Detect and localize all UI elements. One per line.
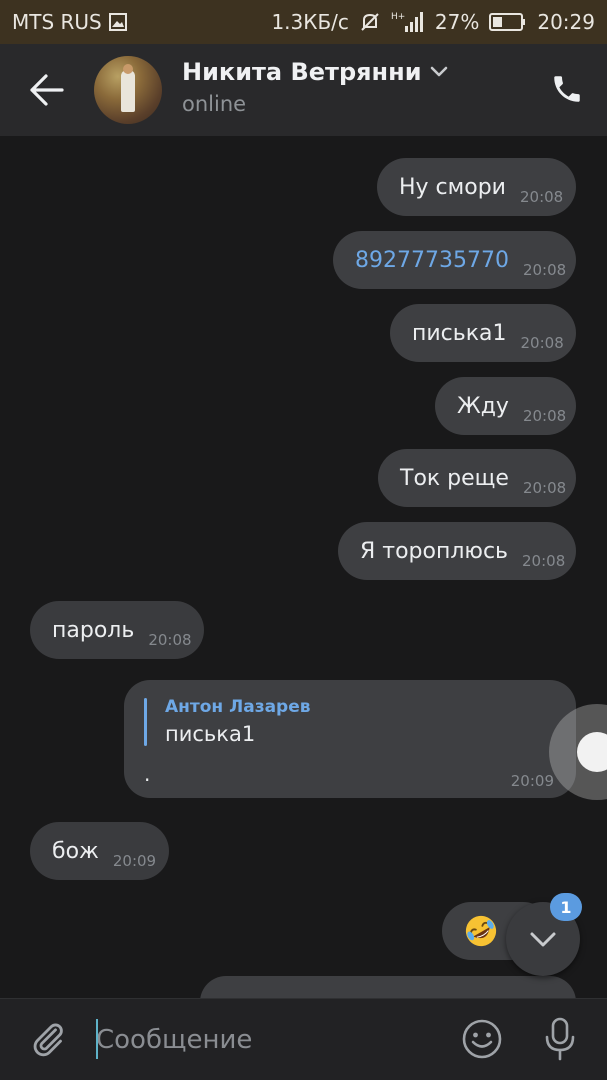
message-bubble[interactable]: Ну смори 20:08 [377, 158, 576, 216]
chevron-down-icon [430, 66, 447, 77]
emoji-button[interactable] [460, 1017, 504, 1061]
message-time: 20:08 [522, 479, 567, 497]
rolling-on-floor-laughing-emoji-icon [465, 915, 497, 947]
message-time: 20:08 [522, 407, 567, 425]
message-text: Жду [457, 393, 509, 419]
phone-icon [554, 76, 580, 102]
message-text: писька1 [412, 320, 507, 346]
battery-icon [489, 12, 527, 32]
contact-name: Никита Ветрянни [182, 58, 422, 86]
svg-text:H+: H+ [391, 12, 405, 22]
message-text: Я тороплюсь [360, 538, 509, 564]
voice-message-button[interactable] [540, 1015, 580, 1063]
reply-accent-bar [144, 698, 147, 746]
contact-name-dropdown[interactable]: Никита Ветрянни [182, 58, 448, 86]
message-text: . [144, 762, 151, 786]
paperclip-icon [33, 1023, 63, 1057]
message-composer [0, 998, 607, 1080]
message-time: 20:09 [112, 852, 157, 870]
message-bubble[interactable]: Ток реще 20:08 [378, 449, 576, 507]
message-text: Ток реще [400, 465, 509, 491]
attach-button[interactable] [28, 1019, 68, 1059]
quoted-author[interactable]: Антон Лазарев [165, 697, 311, 717]
message-bubble[interactable]: пароль 20:08 [30, 601, 204, 659]
message-bubble[interactable]: Я тороплюсь 20:08 [338, 522, 576, 580]
message-text: Ну смори [399, 174, 506, 200]
message-time: 20:08 [520, 334, 564, 352]
phone-number-link[interactable]: 89277735770 [355, 248, 509, 273]
arrow-left-icon [30, 74, 64, 106]
message-time: 20:08 [522, 261, 567, 279]
message-time: 20:08 [148, 631, 192, 649]
clock: 20:29 [537, 10, 595, 34]
battery-level: 27% [434, 10, 480, 34]
message-time: 20:08 [519, 188, 564, 206]
signal-icon: H+ [391, 10, 425, 34]
contact-avatar[interactable] [94, 56, 162, 124]
reply-message-bubble[interactable]: Антон Лазарев писька1 . 20:09 [124, 680, 576, 798]
message-text: бож [52, 838, 99, 864]
call-button[interactable] [550, 72, 586, 108]
message-bubble[interactable]: 89277735770 20:08 [333, 231, 576, 289]
message-bubble[interactable]: писька1 20:08 [390, 304, 576, 362]
mute-icon [359, 11, 381, 33]
chat-screen: MTS RUS 1.3КБ/с H+ 27% 20:29 Никита Ветр… [0, 0, 607, 1080]
smiley-icon [462, 1019, 502, 1059]
message-input[interactable] [96, 1017, 436, 1063]
image-notification-icon [108, 12, 128, 32]
message-text: пароль [52, 617, 135, 643]
contact-status: online [182, 92, 247, 116]
message-time: 20:08 [522, 552, 566, 570]
message-time: 20:09 [510, 772, 554, 790]
back-button[interactable] [26, 72, 66, 108]
quoted-text[interactable]: писька1 [165, 722, 255, 746]
message-bubble[interactable]: бож 20:09 [30, 822, 169, 880]
carrier-name: MTS RUS [12, 10, 102, 34]
microphone-icon [545, 1017, 575, 1061]
chat-header: Никита Ветрянни online [0, 44, 607, 136]
text-cursor [96, 1019, 98, 1059]
status-bar: MTS RUS 1.3КБ/с H+ 27% 20:29 [0, 0, 607, 44]
unread-count-badge: 1 [550, 893, 582, 921]
message-bubble[interactable]: Жду 20:08 [435, 377, 576, 435]
network-speed: 1.3КБ/с [271, 10, 349, 34]
